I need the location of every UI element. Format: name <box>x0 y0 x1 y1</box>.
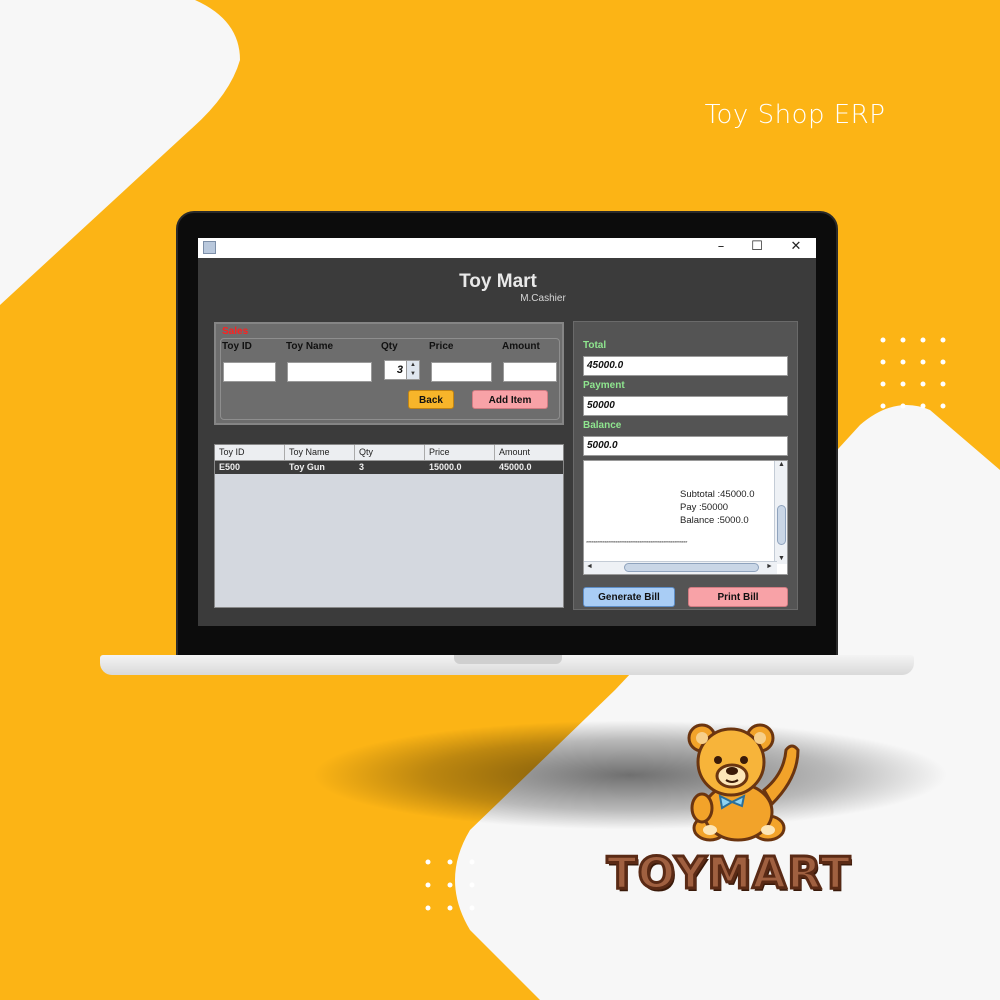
price-input[interactable] <box>431 362 492 382</box>
table-cell: 3 <box>359 462 365 472</box>
receipt-balance: Balance :5000.0 <box>680 515 749 526</box>
qty-stepper[interactable]: 3 ▲ ▼ <box>384 360 420 380</box>
toy-name-input[interactable] <box>287 362 372 382</box>
table-row[interactable]: E500 Toy Gun 3 15000.0 45000.0 <box>215 461 563 474</box>
column-header[interactable]: Amount <box>495 445 563 460</box>
page-title: Toy Shop ERP <box>704 100 886 130</box>
receipt-pay: Pay :50000 <box>680 502 729 513</box>
generate-bill-button[interactable]: Generate Bill <box>583 587 675 607</box>
table-cell: E500 <box>219 462 241 472</box>
app-subtitle: M.Cashier <box>520 293 566 304</box>
table-cell: 15000.0 <box>429 462 462 472</box>
amount-label: Amount <box>502 341 540 352</box>
scroll-down-icon[interactable]: ▼ <box>778 555 785 562</box>
toy-id-label: Toy ID <box>222 341 252 352</box>
vertical-scrollbar[interactable]: ▲ ▼ <box>774 461 787 564</box>
horizontal-scroll-thumb[interactable] <box>624 563 759 572</box>
price-label: Price <box>429 341 454 352</box>
vertical-scroll-thumb[interactable] <box>777 505 786 545</box>
balance-field[interactable]: 5000.0 <box>583 436 788 456</box>
app-title: Toy Mart <box>459 271 537 292</box>
qty-stepper-buttons[interactable]: ▲ ▼ <box>406 361 419 379</box>
teddy-bear-icon <box>687 723 800 842</box>
scroll-right-icon[interactable]: ► <box>766 563 773 570</box>
toy-id-input[interactable] <box>223 362 276 382</box>
close-button[interactable]: ✕ <box>778 238 814 258</box>
maximize-button[interactable]: ☐ <box>739 238 775 258</box>
total-label: Total <box>583 340 607 351</box>
scroll-up-icon[interactable]: ▲ <box>778 461 785 468</box>
receipt-separator: ****************************************… <box>586 541 687 547</box>
table-header: Toy ID Toy Name Qty Price Amount <box>215 445 563 461</box>
sales-label: Sales <box>222 326 249 337</box>
receipt-subtotal: Subtotal :45000.0 <box>680 489 755 500</box>
scroll-left-icon[interactable]: ◄ <box>586 563 593 570</box>
column-header[interactable]: Qty <box>355 445 425 460</box>
column-header[interactable]: Toy ID <box>215 445 285 460</box>
qty-value: 3 <box>396 364 403 376</box>
toy-name-label: Toy Name <box>286 341 334 352</box>
amount-input[interactable] <box>503 362 557 382</box>
balance-label: Balance <box>583 420 622 431</box>
qty-label: Qty <box>381 341 398 352</box>
receipt-area[interactable]: Subtotal :45000.0 Pay :50000 Balance :50… <box>583 460 788 575</box>
back-button[interactable]: Back <box>408 390 454 409</box>
print-bill-button[interactable]: Print Bill <box>688 587 788 607</box>
window-titlebar: – ☐ ✕ <box>198 238 816 258</box>
billing-panel: Total 45000.0 Payment 50000 Balance 5000… <box>573 321 798 610</box>
sales-panel: Sales Toy ID Toy Name Qty Price Amount 3… <box>214 322 564 425</box>
total-field[interactable]: 45000.0 <box>583 356 788 376</box>
table-cell: 45000.0 <box>499 462 532 472</box>
chevron-up-icon[interactable]: ▲ <box>407 361 419 370</box>
add-item-button[interactable]: Add Item <box>472 390 548 409</box>
chevron-down-icon[interactable]: ▼ <box>407 370 419 379</box>
table-cell: Toy Gun <box>289 462 325 472</box>
column-header[interactable]: Toy Name <box>285 445 355 460</box>
laptop-notch <box>454 655 562 664</box>
app-icon <box>203 241 216 254</box>
laptop-shadow <box>310 720 950 830</box>
app-window: – ☐ ✕ Toy Mart M.Cashier Sales Toy ID To… <box>198 238 816 626</box>
brand-logo-text: TOYMART <box>605 847 852 901</box>
sales-table[interactable]: Toy ID Toy Name Qty Price Amount E500 To… <box>214 444 564 608</box>
column-header[interactable]: Price <box>425 445 495 460</box>
horizontal-scrollbar[interactable]: ◄ ► <box>584 561 777 574</box>
payment-field[interactable]: 50000 <box>583 396 788 416</box>
payment-label: Payment <box>583 380 625 391</box>
minimize-button[interactable]: – <box>703 238 739 258</box>
